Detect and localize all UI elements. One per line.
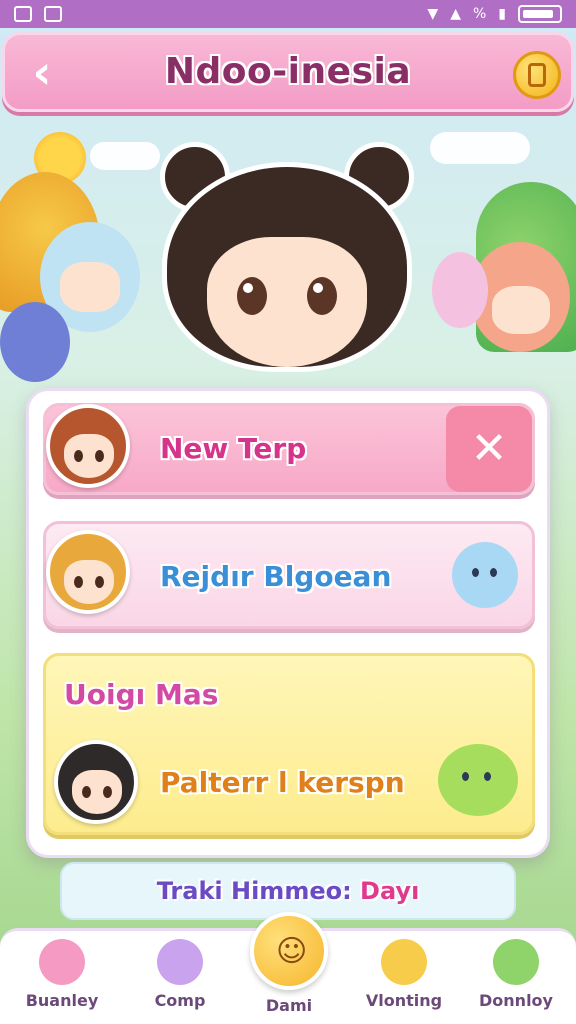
menu-item-new-terp[interactable]: New Terp ✕ <box>43 403 535 495</box>
pink-blob-icon <box>39 939 85 985</box>
menu-item-label: Palterr l kerspn <box>160 766 405 799</box>
smiley-icon: ☺ <box>276 934 308 969</box>
home-icon <box>14 6 32 22</box>
ticker-value: Dayı <box>360 877 420 905</box>
nav-item-comp[interactable]: Comp <box>130 939 230 1023</box>
menu-item-palterr[interactable]: Uoigı Mas Palterr l kerspn <box>43 653 535 835</box>
coin-icon <box>528 63 546 87</box>
gallery-icon <box>44 6 62 22</box>
ticker-text: Traki Himmeo: Dayı <box>157 877 420 905</box>
avatar <box>54 740 138 824</box>
battery-icon <box>518 5 562 23</box>
main-character <box>152 142 422 402</box>
blue-hair-character <box>0 302 70 382</box>
nav-label-center: Dami <box>265 996 313 1015</box>
status-bar: ▼ ▲ % ▮ <box>0 0 576 28</box>
avatar <box>46 530 130 614</box>
green-cloud-icon <box>493 939 539 985</box>
center-action-button[interactable]: ☺ <box>250 912 328 990</box>
close-icon: ✕ <box>470 423 508 474</box>
yellow-heart-icon <box>381 939 427 985</box>
heart-bag-icon <box>157 939 203 985</box>
avatar <box>46 404 130 488</box>
wifi-icon: ▼ <box>427 6 439 22</box>
menu-item-label: Rejdır Blgoean <box>160 560 392 593</box>
cloud-decoration <box>90 142 160 170</box>
green-bunny-mascot <box>438 744 518 816</box>
blue-bunny-mascot <box>452 542 518 608</box>
menu-item-rejdir[interactable]: Rejdır Blgoean <box>43 521 535 629</box>
back-button[interactable]: ‹ <box>19 49 65 95</box>
chevron-left-icon: ‹ <box>32 45 52 99</box>
nav-item-donnloy[interactable]: Donnloy <box>466 939 566 1023</box>
page-title: Ndoo-inesia <box>164 51 412 92</box>
ticker-label: Traki Himmeo: <box>156 877 352 905</box>
pink-bunny-character <box>432 252 488 328</box>
coin-button[interactable] <box>513 51 561 99</box>
cloud-decoration <box>430 132 530 164</box>
signal-icon: ▲ <box>450 6 461 22</box>
hero-scene <box>0 112 576 412</box>
app-header: ‹ Ndoo-inesia <box>2 32 574 112</box>
close-button[interactable]: ✕ <box>446 406 532 492</box>
nav-label: Vlonting <box>365 991 443 1010</box>
nav-item-buanley[interactable]: Buanley <box>12 939 112 1023</box>
menu-item-label: New Terp <box>160 432 307 465</box>
sim-icon: ▮ <box>498 6 506 22</box>
data-icon: % <box>472 6 487 22</box>
nav-label: Buanley <box>25 991 99 1010</box>
nav-item-vlonting[interactable]: Vlonting <box>354 939 454 1023</box>
menu-item-subtitle: Uoigı Mas <box>64 678 219 711</box>
nav-label: Donnloy <box>479 991 553 1010</box>
nav-label: Comp <box>154 991 206 1010</box>
menu-card: New Terp ✕ Rejdır Blgoean Uoigı Mas Palt… <box>26 388 550 858</box>
